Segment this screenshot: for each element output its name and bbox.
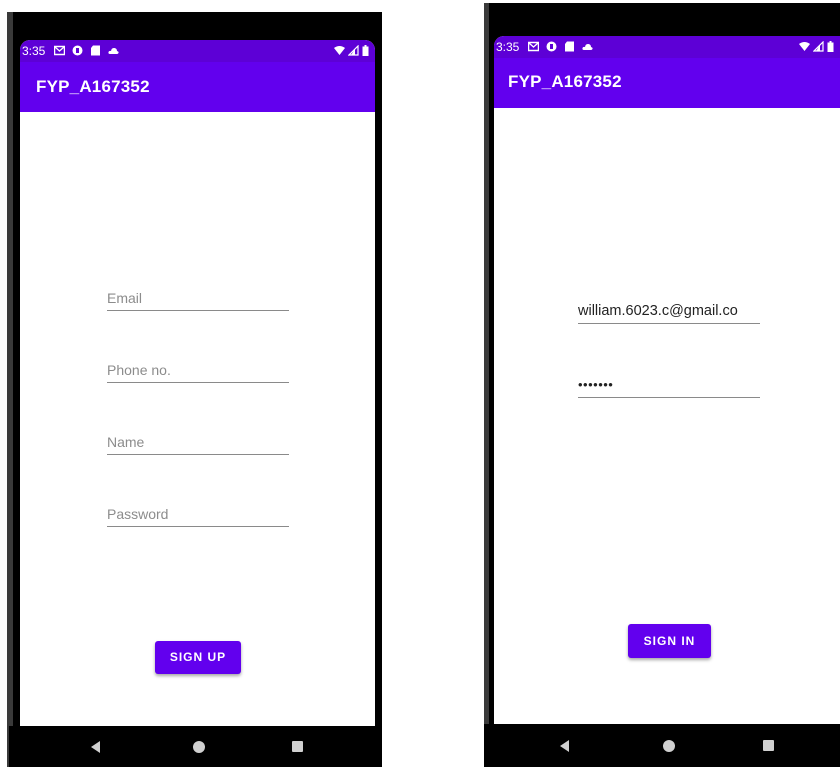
email-field[interactable]: william.6023.c@gmail.co xyxy=(578,296,760,324)
password-field[interactable]: ••••••• xyxy=(578,370,760,398)
status-time: 3:35 xyxy=(496,40,520,54)
back-icon[interactable] xyxy=(91,741,100,753)
gmail-icon xyxy=(54,45,65,56)
sign-in-button[interactable]: SIGN IN xyxy=(628,624,711,658)
sd-card-icon xyxy=(565,41,574,52)
home-icon[interactable] xyxy=(193,741,205,753)
app-bar: FYP_A167352 xyxy=(494,58,840,108)
signin-screen: 3:35 FYP_A167352 william.6023.c@gmail.co xyxy=(494,36,840,724)
email-placeholder: Email xyxy=(107,290,143,306)
status-bar: 3:35 xyxy=(494,36,840,58)
app-bar: FYP_A167352 xyxy=(20,62,375,112)
phone-signin: 3:35 FYP_A167352 william.6023.c@gmail.co xyxy=(484,3,840,767)
app-title: FYP_A167352 xyxy=(508,72,622,91)
navigation-bar xyxy=(484,724,840,767)
back-icon[interactable] xyxy=(560,740,569,752)
password-value: ••••••• xyxy=(578,377,614,392)
email-field[interactable]: Email xyxy=(107,283,289,311)
name-field[interactable]: Name xyxy=(107,427,289,455)
wifi-icon xyxy=(799,42,810,51)
password-placeholder: Password xyxy=(107,506,169,522)
screenshot-stage: 3:35 FYP_A167352 Email Phone no. Name Pa… xyxy=(0,0,840,767)
gmail-icon xyxy=(528,41,539,52)
recents-icon[interactable] xyxy=(763,740,774,751)
status-time: 3:35 xyxy=(22,44,46,58)
signup-screen: 3:35 FYP_A167352 Email Phone no. Name Pa… xyxy=(20,40,375,726)
navigation-bar xyxy=(9,726,382,767)
phone-signup: 3:35 FYP_A167352 Email Phone no. Name Pa… xyxy=(7,12,382,767)
phone-field[interactable]: Phone no. xyxy=(107,355,289,383)
app-title: FYP_A167352 xyxy=(36,77,150,96)
phone-placeholder: Phone no. xyxy=(107,362,171,378)
signal-icon xyxy=(813,41,824,52)
phone-edge xyxy=(484,3,489,767)
cloud-icon xyxy=(582,43,593,50)
recents-icon[interactable] xyxy=(292,741,303,752)
password-field[interactable]: Password xyxy=(107,499,289,527)
name-placeholder: Name xyxy=(107,434,145,450)
phone-edge xyxy=(7,12,13,767)
wifi-icon xyxy=(334,46,345,55)
sync-icon xyxy=(72,45,83,56)
signal-icon xyxy=(348,45,359,56)
email-value: william.6023.c@gmail.co xyxy=(578,303,738,319)
sign-up-button[interactable]: SIGN UP xyxy=(155,641,241,674)
cloud-icon xyxy=(108,47,119,54)
sd-card-icon xyxy=(91,45,100,56)
sync-icon xyxy=(546,41,557,52)
battery-icon xyxy=(827,41,834,52)
status-bar: 3:35 xyxy=(20,40,375,62)
home-icon[interactable] xyxy=(663,740,675,752)
battery-icon xyxy=(362,45,369,56)
